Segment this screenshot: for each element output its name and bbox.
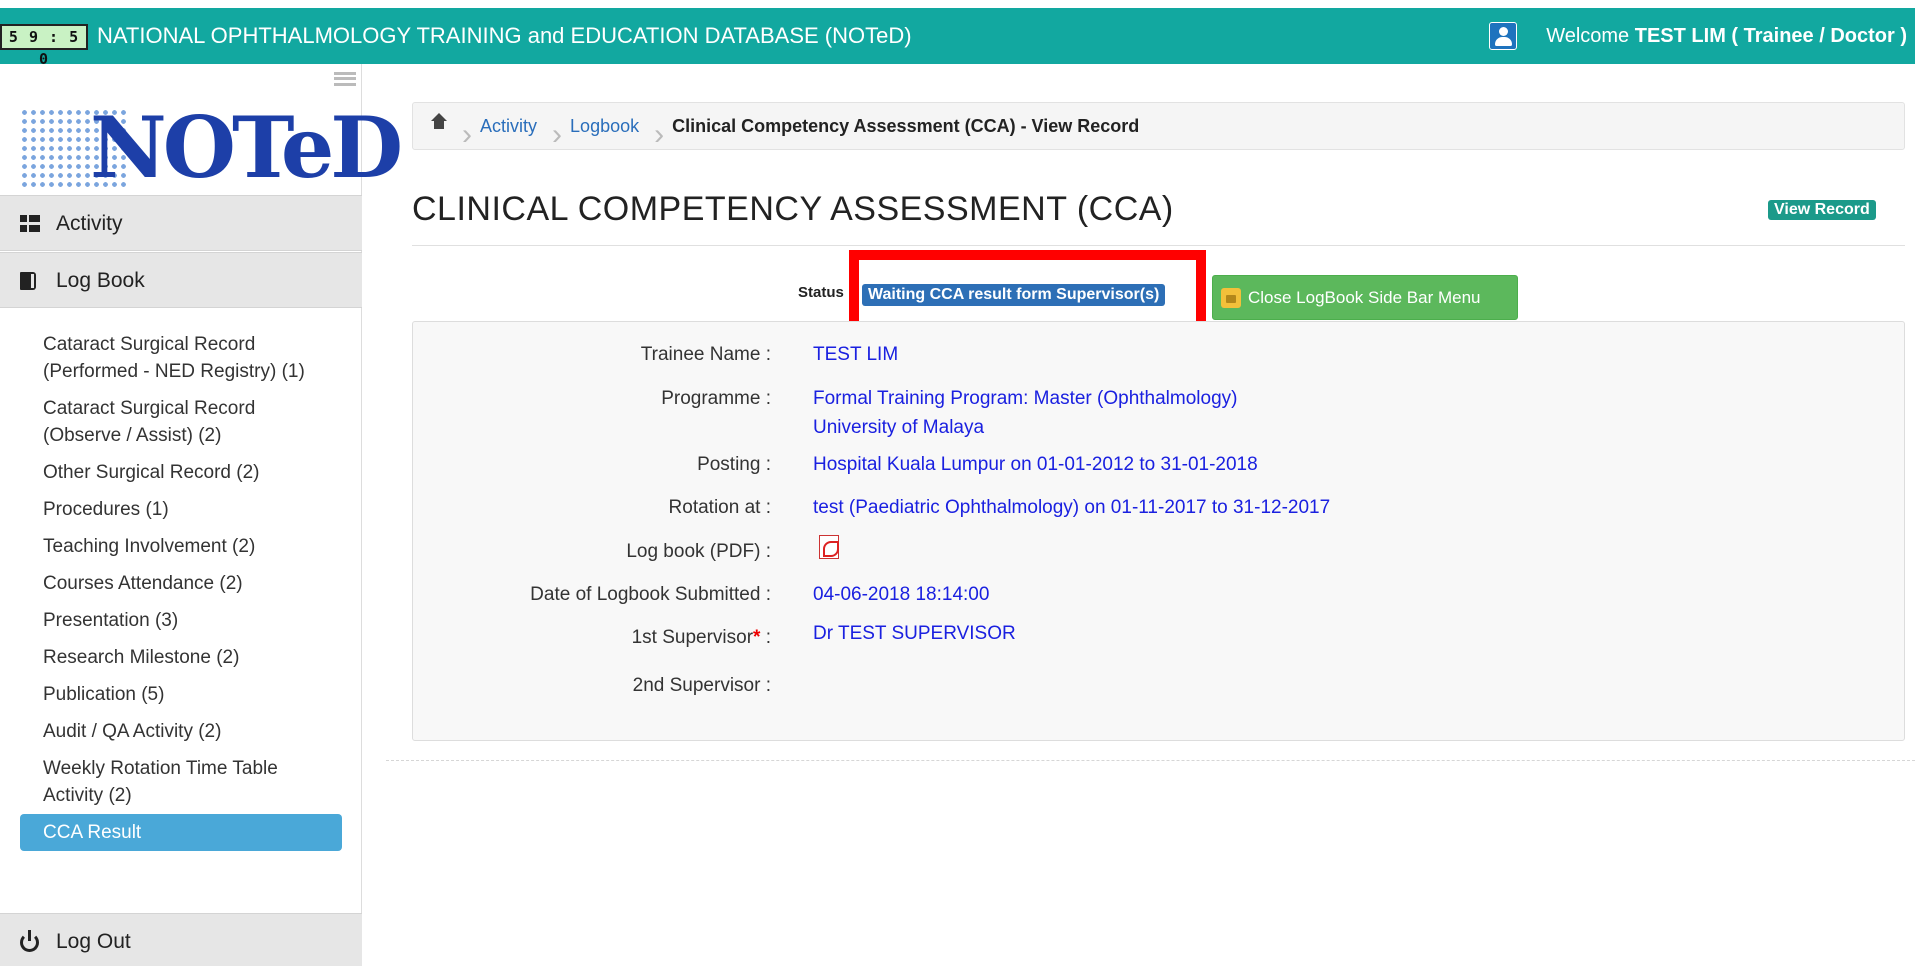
field-label: Log book (PDF) :: [626, 541, 771, 562]
field-value: test (Paediatric Ophthalmology) on 01-11…: [813, 497, 1331, 518]
home-icon[interactable]: [431, 113, 447, 133]
field-label: Programme :: [661, 388, 771, 409]
field-label: Rotation at :: [668, 497, 771, 518]
sidebar-toggle-icon[interactable]: [334, 72, 356, 86]
sidebar-item-courses[interactable]: Courses Attendance (2): [20, 565, 342, 602]
field-label: 1st Supervisor* :: [632, 627, 771, 649]
breadcrumb-logbook[interactable]: Logbook: [558, 116, 639, 136]
supervisor-1-label: 1st Supervisor: [631, 627, 754, 648]
label-colon: :: [760, 627, 771, 648]
field-label: Date of Logbook Submitted :: [530, 584, 771, 605]
app-title: NATIONAL OPHTHALMOLOGY TRAINING and EDUC…: [97, 23, 912, 48]
noted-logo: NOTeD: [20, 98, 403, 198]
welcome-label: Welcome: [1546, 25, 1630, 47]
sidebar-item-audit[interactable]: Audit / QA Activity (2): [20, 713, 342, 750]
session-timer: 5 9 : 5 0: [0, 24, 88, 68]
sidebar-item-weekly-rotation[interactable]: Weekly Rotation Time Table Activity (2): [20, 750, 342, 814]
sidebar: NOTeD Activity Log Book Cataract Surgica…: [0, 64, 403, 966]
logbook-submenu: Cataract Surgical Record (Performed - NE…: [0, 310, 362, 851]
th-large-icon: [20, 215, 40, 233]
field-value: Formal Training Program: Master (Ophthal…: [813, 388, 1238, 409]
pdf-icon[interactable]: [819, 535, 839, 559]
field-label: Posting :: [697, 454, 771, 475]
status-label: Status: [798, 284, 844, 301]
sidebar-item-cca-result[interactable]: CCA Result: [20, 814, 342, 851]
close-sidebar-label: Close LogBook Side Bar Menu: [1248, 288, 1481, 307]
power-icon: [20, 930, 39, 952]
sidebar-item-cataract-performed[interactable]: Cataract Surgical Record (Performed - NE…: [20, 326, 342, 390]
record-panel: Trainee Name : TEST LIM Programme : Form…: [412, 321, 1905, 741]
field-value: Hospital Kuala Lumpur on 01-01-2012 to 3…: [813, 454, 1258, 475]
sidebar-item-presentation[interactable]: Presentation (3): [20, 602, 342, 639]
user-icon: [1489, 22, 1517, 50]
welcome-user[interactable]: Welcome TEST LIM ( Trainee / Doctor ): [1546, 8, 1907, 64]
pdf-link[interactable]: [813, 535, 839, 568]
sidebar-item-research[interactable]: Research Milestone (2): [20, 639, 342, 676]
user-name: TEST LIM ( Trainee / Doctor ): [1634, 25, 1907, 47]
breadcrumb-activity[interactable]: Activity: [468, 116, 537, 136]
breadcrumb-current: Clinical Competency Assessment (CCA) - V…: [660, 116, 1139, 136]
close-sidebar-button[interactable]: Close LogBook Side Bar Menu: [1212, 275, 1518, 320]
content-divider: [386, 760, 1915, 761]
sidebar-item-teaching[interactable]: Teaching Involvement (2): [20, 528, 342, 565]
sidebar-section-label: Log Book: [56, 269, 145, 292]
sidebar-section-label: Activity: [56, 212, 123, 235]
sidebar-item-publication[interactable]: Publication (5): [20, 676, 342, 713]
field-value: 04-06-2018 18:14:00: [813, 584, 990, 605]
sidebar-item-procedures[interactable]: Procedures (1): [20, 491, 342, 528]
logo-text: NOTeD: [90, 98, 403, 197]
sidebar-section-logout[interactable]: Log Out: [0, 913, 362, 966]
field-label: Trainee Name :: [640, 344, 771, 365]
sidebar-section-activity[interactable]: Activity: [0, 195, 362, 251]
lock-icon: [1221, 288, 1241, 308]
sidebar-item-cataract-observe[interactable]: Cataract Surgical Record (Observe / Assi…: [20, 390, 342, 454]
title-divider: [412, 245, 1905, 246]
sidebar-item-other-surgical[interactable]: Other Surgical Record (2): [20, 454, 342, 491]
book-icon: [20, 272, 36, 290]
field-label: 2nd Supervisor :: [632, 675, 771, 696]
sidebar-section-logbook[interactable]: Log Book: [0, 252, 362, 308]
field-value: TEST LIM: [813, 344, 899, 365]
top-header-bar: 5 9 : 5 0 NATIONAL OPHTHALMOLOGY TRAININ…: [0, 8, 1915, 68]
field-value: Dr TEST SUPERVISOR: [813, 623, 1016, 644]
field-value: University of Malaya: [813, 417, 985, 438]
page-title: CLINICAL COMPETENCY ASSESSMENT (CCA): [412, 190, 1174, 228]
view-record-badge: View Record: [1768, 200, 1876, 220]
sidebar-section-label: Log Out: [56, 930, 131, 953]
breadcrumb: Activity Logbook Clinical Competency Ass…: [412, 102, 1905, 150]
